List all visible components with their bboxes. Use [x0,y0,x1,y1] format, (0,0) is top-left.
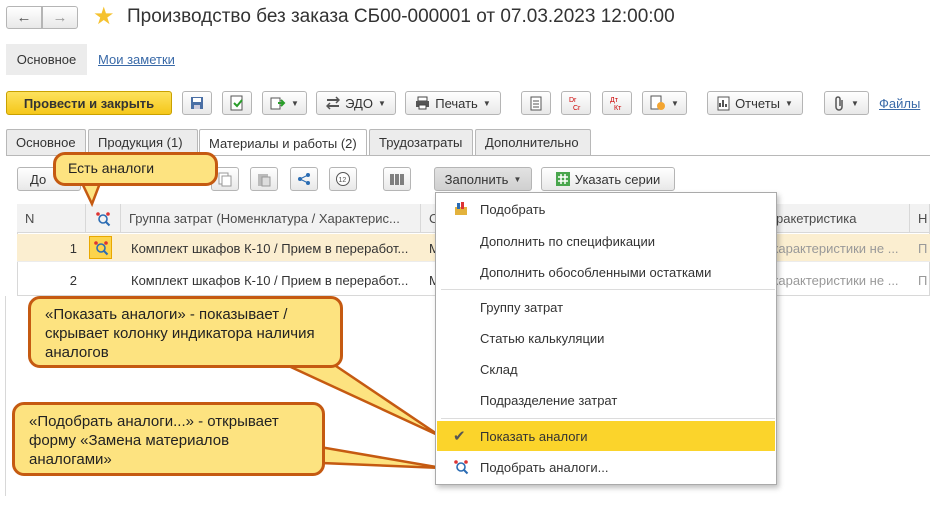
menu-item-label: Показать аналоги [480,428,588,444]
analogs-search-icon [454,460,469,475]
menu-item-cost-group[interactable]: Группу затрат [436,292,776,322]
menu-item-fill-separate-stock[interactable]: Дополнить обособленными остатками [436,257,776,287]
callout-show-analogs: «Показать аналоги» - показывает / скрыва… [28,296,343,368]
callout-pointer-analogs [80,181,102,208]
callout-pick-analogs: «Подобрать аналоги...» - открывает форму… [12,402,325,476]
menu-divider [441,418,775,419]
menu-item-fill-by-spec[interactable]: Дополнить по спецификации [436,226,776,256]
checkmark-icon: ✔ [453,428,466,445]
menu-item-warehouse[interactable]: Склад [436,354,776,384]
callout-has-analogs: Есть аналоги [53,152,218,186]
menu-item-pick[interactable]: Подобрать [436,194,776,224]
pick-items-icon [455,202,467,215]
callout-pointer-pick [318,445,443,470]
menu-item-show-analogs[interactable]: ✔ Показать аналоги [437,421,775,451]
menu-item-label: Подобрать [480,201,546,217]
menu-item-cost-department[interactable]: Подразделение затрат [436,385,776,415]
menu-item-label: Подобрать аналоги... [480,459,609,475]
menu-item-pick-analogs[interactable]: Подобрать аналоги... [436,452,776,482]
menu-divider [441,289,775,290]
menu-item-calc-item[interactable]: Статью калькуляции [436,323,776,353]
